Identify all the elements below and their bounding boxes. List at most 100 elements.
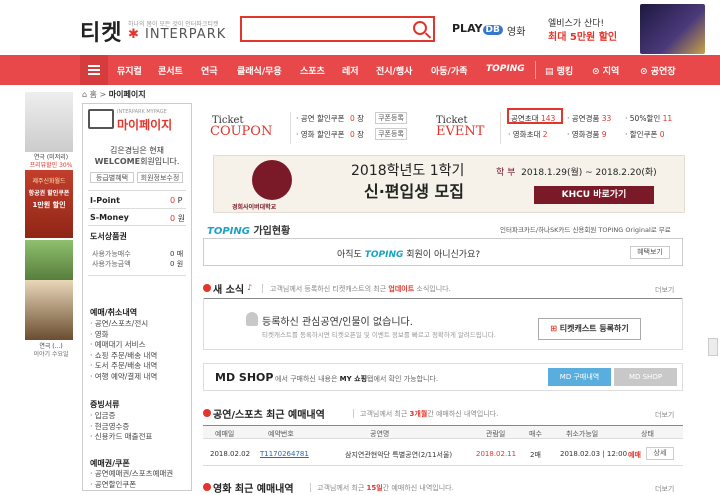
recent-desc-text: 고객님께서 최근 — [360, 410, 408, 418]
event-item[interactable]: · 영화경품 9 — [567, 129, 607, 140]
nav-leisure[interactable]: 레저 — [342, 64, 359, 77]
md-shop-tab[interactable]: MD SHOP — [614, 368, 677, 386]
md-purchase-history-tab[interactable]: MD 구매내역 — [548, 368, 611, 386]
playdb-link[interactable]: PLAY DB — [452, 22, 503, 35]
breadcrumb-home[interactable]: 홈 — [90, 90, 97, 99]
left-banner-4[interactable] — [25, 280, 73, 340]
scrollbar-handle[interactable] — [708, 338, 718, 356]
menu-item[interactable]: · 공연예매권/스포츠예매권 — [90, 469, 173, 480]
left-banner-play[interactable] — [25, 92, 73, 152]
nav-toping[interactable]: TOPING — [486, 64, 525, 74]
ticketcast-register-button[interactable]: ⊞ 티켓캐스트 등록하기 — [538, 318, 641, 340]
menu-item[interactable]: · 영화 — [90, 330, 157, 341]
user-line: 김은경님은 현재 — [109, 146, 165, 155]
khcu-link-button[interactable]: KHCU 바로가기 — [534, 186, 654, 204]
coupon-count[interactable]: 0 장 — [350, 129, 364, 140]
nav-musical[interactable]: 뮤지컬 — [117, 64, 142, 77]
nav-concert[interactable]: 콘서트 — [158, 64, 183, 77]
nav-classic[interactable]: 클래식/무용 — [237, 64, 282, 77]
menu-item[interactable]: · 신용카드 매출전표 — [90, 432, 152, 443]
event-item[interactable]: 공연초대 143 — [511, 113, 555, 124]
menu-item[interactable]: · 공연/스포츠/전시 — [90, 319, 157, 330]
detail-button[interactable]: 상세 — [646, 447, 674, 460]
voucher-available-count-label: 사용가능매수 — [92, 250, 131, 258]
menu-item[interactable]: · 예매대기 서비스 — [90, 340, 157, 351]
menu-section-title[interactable]: 증빙서류 — [90, 399, 119, 410]
coupon-register-button[interactable]: 쿠폰등록 — [375, 128, 407, 140]
nav-venue-label: 공연장 — [650, 67, 676, 77]
header-ad-line2[interactable]: 최대 5만원 할인 — [548, 28, 617, 43]
nav-exhibition[interactable]: 전시/행사 — [376, 64, 412, 77]
interpark-logo[interactable]: ✱ INTERPARK — [128, 27, 226, 42]
home-icon[interactable]: ⌂ — [82, 90, 87, 99]
ticketcast-icon: ⊞ — [550, 324, 557, 333]
mypage-title-small: INTERPARK MYPAGE — [117, 109, 167, 115]
ticketcast-register-label: 티켓캐스트 등록하기 — [559, 324, 629, 333]
benefit-view-button[interactable]: 혜택보기 — [630, 246, 670, 259]
header-ad-image[interactable] — [640, 4, 705, 54]
menu-section-title[interactable]: 예매권/쿠폰 — [90, 458, 130, 469]
event-item[interactable]: · 할인쿠폰 0 — [625, 129, 665, 140]
row-reserve-date: 2018.02.02 — [210, 450, 251, 458]
news-empty-sub: 티켓캐스트를 등록하시면 티켓오픈일 및 이벤트 정보를 빠르고 정확하게 알려… — [262, 331, 496, 339]
nav-venue[interactable]: ⊙ 공연장 — [640, 64, 676, 77]
event-item-label: 공연초대 — [511, 114, 539, 123]
event-item[interactable]: · 공연경품 33 — [567, 113, 611, 124]
menu-icon[interactable] — [80, 55, 108, 85]
menu-item[interactable]: · 여행 예약/결제 내역 — [90, 372, 157, 383]
nav-region[interactable]: ⊙ 지역 — [592, 64, 619, 77]
recent-more-link[interactable]: 더보기 — [655, 410, 674, 420]
left-banner-jeju-text1: 제주신화월드 — [32, 178, 66, 185]
playdb-label: PLAY — [452, 22, 483, 35]
nav-kids[interactable]: 아동/가족 — [431, 64, 467, 77]
menu-item-label: 현금영수증 — [94, 421, 130, 431]
toping-title: 가입현황 — [253, 226, 291, 237]
ipoint-value[interactable]: 0 P — [170, 196, 182, 205]
ticket-logo[interactable]: 티켓 — [80, 15, 122, 47]
news-more-link[interactable]: 더보기 — [655, 285, 674, 295]
event-item[interactable]: · 영화초대 2 — [508, 129, 548, 140]
menu-section-title[interactable]: 예매/취소내역 — [90, 307, 137, 318]
location-pin-icon: ⊙ — [640, 67, 648, 77]
search-icon[interactable] — [413, 21, 427, 35]
menu-item-label: 공연할인쿠폰 — [94, 479, 137, 489]
coupon-count-unit: 장 — [357, 114, 365, 123]
menu-item[interactable]: · 도서 주문/배송 내역 — [90, 361, 157, 372]
coupon-register-button[interactable]: 쿠폰등록 — [375, 112, 407, 124]
row-view-date: 2018.02.11 — [476, 450, 517, 458]
recent-desc-end: 간 예매하신 내역입니다. — [427, 410, 499, 418]
menu-item[interactable]: · 현금영수증 — [90, 422, 152, 433]
event-item[interactable]: · 50%할인 11 — [625, 113, 672, 124]
banner-date-label: 학 부 — [496, 168, 516, 178]
toping-brand: TOPING — [207, 226, 250, 237]
university-banner[interactable]: 경희사이버대학교 2018학년도 1학기 신·편입생 모집 학 부 2018.1… — [213, 155, 685, 213]
coupon-count[interactable]: 0 장 — [350, 113, 364, 124]
menu-item[interactable]: · 쇼핑 주문/배송 내역 — [90, 351, 157, 362]
row-status: 예매 — [628, 451, 641, 459]
movie-link[interactable]: 영화 — [507, 23, 525, 38]
row-cancel-date: 2018.02.03 | 12:00 — [560, 450, 628, 458]
edit-member-info-button[interactable]: 회원정보수정 — [137, 172, 183, 183]
menu-item[interactable]: · 공연할인쿠폰 — [90, 480, 173, 491]
nav-ranking[interactable]: ▤ 랭킹 — [545, 64, 573, 77]
banner-subtitle: 신·편입생 모집 — [364, 182, 464, 201]
left-banner-jeju[interactable]: 제주신화월드 항공권 할인쿠폰 1만원 할인 — [25, 170, 73, 238]
row-reserve-no-link[interactable]: T1170264781 — [260, 450, 309, 458]
movie-recent-title: 영화 최근 예매내역 — [213, 484, 294, 495]
search-input[interactable] — [240, 16, 435, 42]
voucher-available-amount-label: 사용가능금액 — [92, 260, 131, 268]
menu-item-label: 신용카드 매출전표 — [94, 432, 153, 441]
row-show-name[interactable]: 삼지연관현악단 특별공연(2/11서울) — [345, 450, 452, 460]
smoney-value[interactable]: 0 원 — [170, 213, 185, 224]
nav-play[interactable]: 연극 — [201, 64, 218, 77]
toping-section-title: TOPING 가입현황 — [207, 222, 290, 237]
grade-benefit-button[interactable]: 등급별혜택 — [90, 172, 134, 183]
nav-sports[interactable]: 스포츠 — [300, 64, 325, 77]
voucher-label: 도서상품권 — [90, 232, 127, 241]
menu-item[interactable]: · 입금증 — [90, 411, 152, 422]
mypage-title: 마이페이지 — [117, 118, 173, 132]
left-banner-3[interactable] — [25, 240, 73, 282]
movie-recent-more-link[interactable]: 더보기 — [655, 484, 674, 494]
left-banner-jeju-text3: 1만원 할인 — [32, 201, 66, 209]
event-item-value: 33 — [601, 114, 612, 123]
